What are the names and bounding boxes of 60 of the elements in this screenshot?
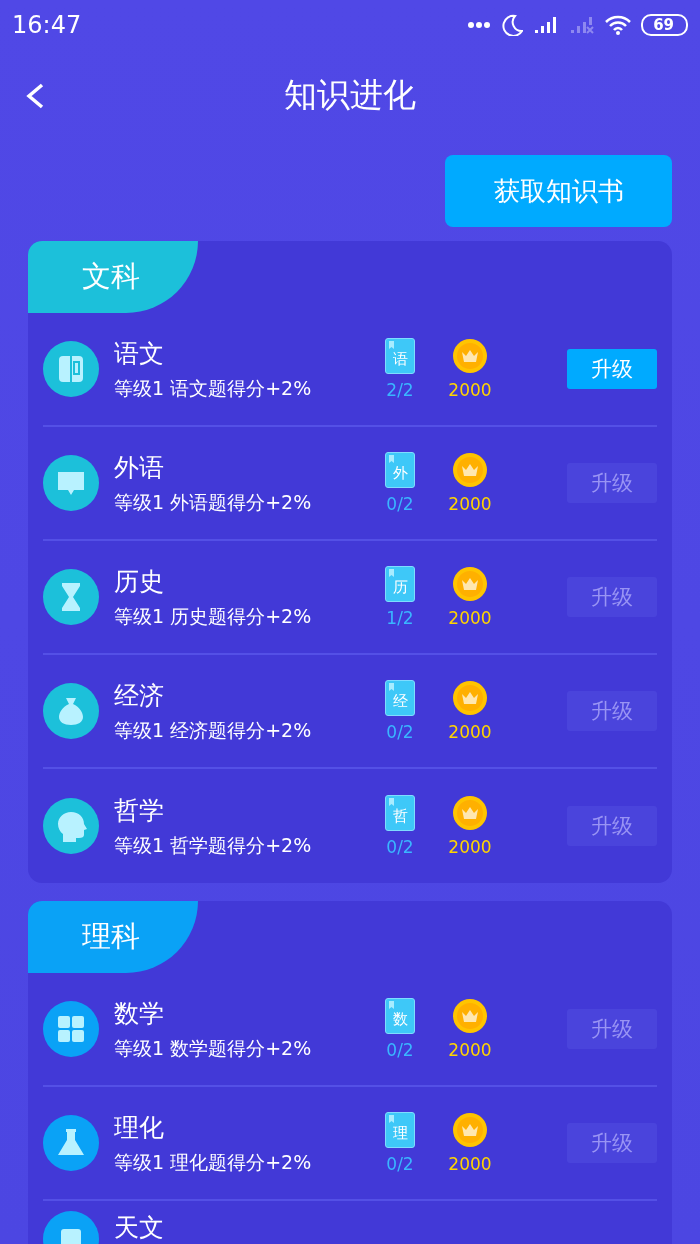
- subject-name: 经济: [114, 679, 165, 712]
- coin-cost: 2000: [448, 837, 492, 857]
- subject-name: 历史: [114, 565, 165, 598]
- wifi-icon: [605, 15, 632, 35]
- subject-bonus: 等级1 外语题得分+2%: [114, 489, 313, 515]
- subject-icon: [43, 341, 99, 397]
- coin-cost: 2000: [448, 494, 492, 514]
- subject-bonus: 等级1 经济题得分+2%: [114, 717, 313, 743]
- back-icon[interactable]: [24, 82, 46, 110]
- subject-icon: [43, 1115, 99, 1171]
- book-count: 1/2: [386, 608, 414, 628]
- subject-icon: [43, 455, 99, 511]
- book-icon: 理: [385, 1112, 415, 1148]
- upgrade-button[interactable]: 升级: [567, 349, 657, 389]
- crown-coin-icon: [452, 338, 488, 374]
- subject-name: 语文: [114, 337, 165, 370]
- subject-icon: [43, 683, 99, 739]
- coin-cost: 2000: [448, 1154, 492, 1174]
- subject-bonus: 等级1 理化题得分+2%: [114, 1149, 313, 1175]
- subject-name: 天文: [114, 1212, 165, 1244]
- coin-cost: 2000: [448, 1040, 492, 1060]
- book-count: 0/2: [386, 1154, 414, 1174]
- book-icon: 经: [385, 680, 415, 716]
- subject-icon: [43, 1001, 99, 1057]
- subject-name: 哲学: [114, 794, 165, 827]
- coin-cost: 2000: [448, 608, 492, 628]
- coin-cost: 2000: [448, 380, 492, 400]
- book-icon: 外: [385, 452, 415, 488]
- subject-bonus: 等级1 历史题得分+2%: [114, 603, 313, 629]
- subject-bonus: 等级1 数学题得分+2%: [114, 1035, 313, 1061]
- book-count: 0/2: [386, 837, 414, 857]
- subject-name: 数学: [114, 997, 165, 1030]
- book-icon: 哲: [385, 795, 415, 831]
- coin-cost: 2000: [448, 722, 492, 742]
- book-count: 2/2: [386, 380, 414, 400]
- book-count: 0/2: [386, 494, 414, 514]
- subject-icon: [43, 569, 99, 625]
- book-count: 0/2: [386, 1040, 414, 1060]
- book-icon: 数: [385, 998, 415, 1034]
- subject-bonus: 等级1 语文题得分+2%: [114, 375, 313, 401]
- moon-icon: [501, 14, 524, 36]
- crown-coin-icon: [452, 566, 488, 602]
- status-time: 16:47: [12, 11, 82, 39]
- book-icon: 语: [385, 338, 415, 374]
- subject-name: 外语: [114, 451, 165, 484]
- more-icon: [467, 21, 492, 29]
- crown-coin-icon: [452, 795, 488, 831]
- no-signal-icon: [569, 15, 596, 35]
- crown-coin-icon: [452, 452, 488, 488]
- crown-coin-icon: [452, 1112, 488, 1148]
- crown-coin-icon: [452, 680, 488, 716]
- crown-coin-icon: [452, 998, 488, 1034]
- get-book-button[interactable]: 获取知识书: [445, 155, 672, 227]
- subject-icon: [43, 798, 99, 854]
- book-count: 0/2: [386, 722, 414, 742]
- book-icon: 历: [385, 566, 415, 602]
- subject-bonus: 等级1 哲学题得分+2%: [114, 832, 313, 858]
- subject-name: 理化: [114, 1111, 165, 1144]
- page-title: 知识进化: [284, 73, 416, 116]
- battery-indicator: 69: [641, 14, 688, 36]
